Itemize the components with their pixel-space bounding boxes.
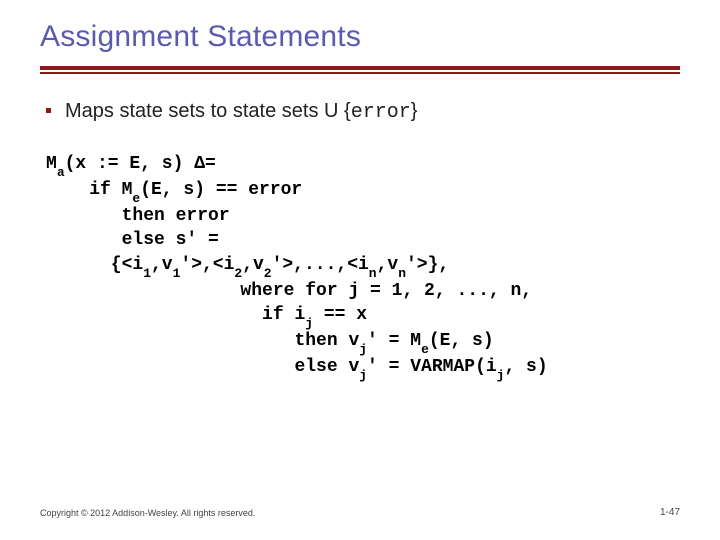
code-block: Ma(x := E, s) Δ= if Me(E, s) == error th… xyxy=(46,152,680,381)
divider-thick xyxy=(40,66,680,70)
bullet-code: error xyxy=(351,101,411,124)
bullet-post: } xyxy=(411,100,418,122)
divider-thin xyxy=(40,72,680,74)
bullet-item: Maps state sets to state sets U {error} xyxy=(46,100,680,124)
copyright-footer: Copyright © 2012 Addison-Wesley. All rig… xyxy=(40,508,255,518)
page-number: 1-47 xyxy=(660,507,680,518)
slide: Assignment Statements Maps state sets to… xyxy=(0,0,720,540)
bullet-icon xyxy=(46,108,51,113)
bullet-pre: Maps state sets to state sets U { xyxy=(65,100,351,122)
bullet-text: Maps state sets to state sets U {error} xyxy=(65,100,417,124)
slide-title: Assignment Statements xyxy=(40,20,680,54)
